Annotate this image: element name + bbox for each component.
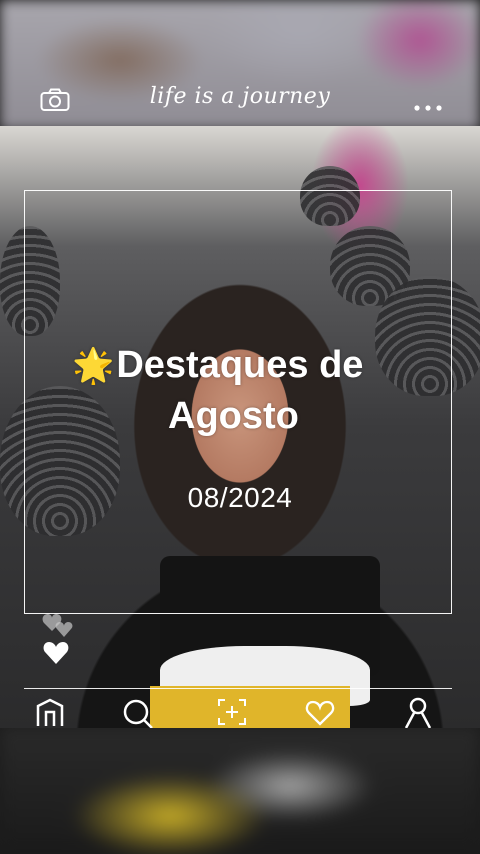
headline-line1: Destaques de bbox=[116, 344, 364, 386]
headline: 🌟Destaques de Agosto bbox=[72, 340, 432, 441]
heart-filled-icon[interactable] bbox=[42, 640, 70, 666]
blurred-background-top bbox=[0, 0, 480, 130]
profile-icon[interactable] bbox=[402, 696, 434, 729]
app-title: life is a journey bbox=[149, 84, 331, 109]
nav-divider bbox=[24, 688, 452, 689]
headline-line2: Agosto bbox=[168, 395, 299, 437]
blurred-background-bottom bbox=[0, 726, 480, 854]
search-icon[interactable] bbox=[122, 696, 154, 729]
home-icon[interactable] bbox=[34, 696, 66, 728]
heart-icon[interactable] bbox=[304, 696, 336, 728]
star-emoji: 🌟 bbox=[72, 347, 115, 385]
more-icon[interactable] bbox=[414, 98, 442, 111]
heart-outline-icon bbox=[40, 610, 76, 642]
bottom-navigation bbox=[0, 694, 480, 730]
date-label: 08/2024 bbox=[187, 482, 293, 513]
add-icon[interactable] bbox=[216, 696, 248, 728]
